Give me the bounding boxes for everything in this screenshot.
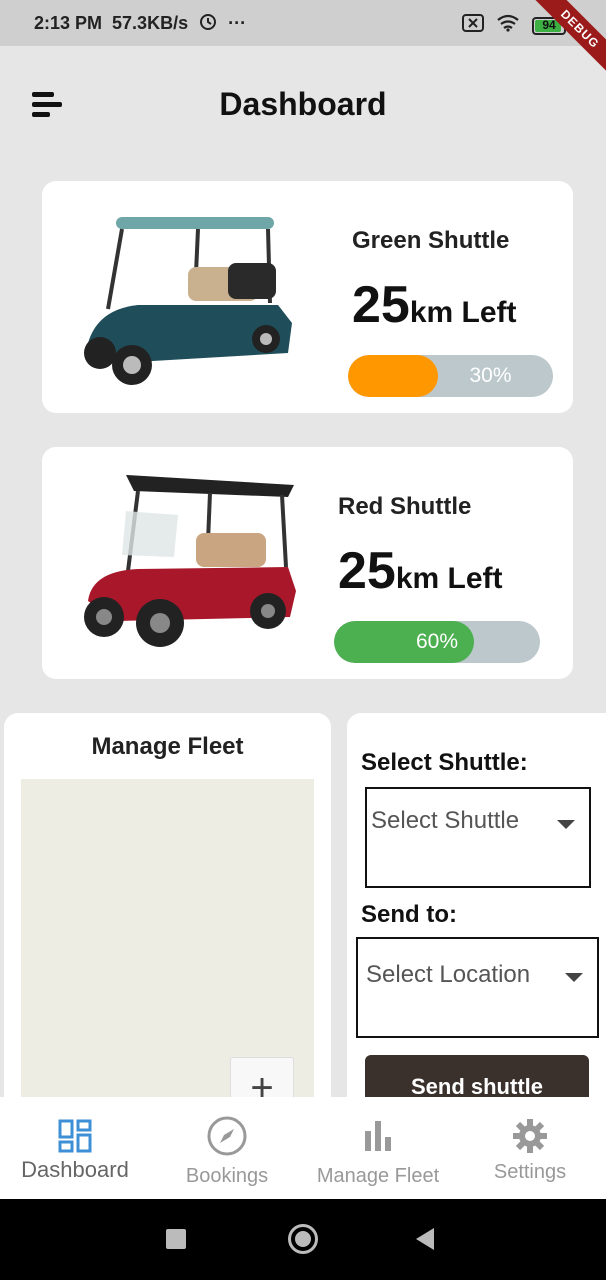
range-remaining: 25km Left: [352, 276, 517, 334]
page-title: Dashboard: [219, 86, 387, 122]
send-to-label: Send to:: [361, 901, 457, 928]
shuttle-name: Red Shuttle: [338, 493, 472, 520]
shuttle-image: [78, 213, 300, 396]
shuttle-card-green[interactable]: Green Shuttle 25km Left 30%: [42, 181, 573, 413]
manage-fleet-card: Manage Fleet +: [4, 713, 331, 1133]
fleet-map[interactable]: +: [21, 779, 314, 1119]
shuttle-card-red[interactable]: Red Shuttle 25km Left 60%: [42, 447, 573, 679]
nav-label: Dashboard: [21, 1157, 129, 1182]
location-select[interactable]: Select Location: [356, 937, 599, 1038]
nav-label: Manage Fleet: [316, 1165, 440, 1187]
nav-settings[interactable]: Settings: [455, 1097, 605, 1199]
status-more: ···: [228, 12, 247, 33]
bottom-nav: Dashboard Bookings Manage Fleet Settings: [0, 1097, 606, 1199]
app-bar: Dashboard: [0, 46, 606, 166]
recents-button[interactable]: [166, 1229, 186, 1249]
dashboard-icon: [54, 1115, 96, 1157]
chevron-down-icon: [557, 820, 575, 829]
back-button[interactable]: [416, 1228, 434, 1250]
status-speed: 57.3KB/s: [112, 12, 189, 33]
bar-chart-icon: [357, 1115, 399, 1157]
progress-label: 60%: [415, 630, 459, 653]
select-shuttle-label: Select Shuttle:: [361, 749, 528, 776]
battery-progress: 60%: [334, 621, 540, 663]
nav-bookings[interactable]: Bookings: [152, 1097, 302, 1199]
nav-dashboard[interactable]: Dashboard: [0, 1097, 150, 1199]
alarm-icon: [198, 11, 218, 36]
shuttle-select[interactable]: Select Shuttle: [365, 787, 591, 888]
system-nav-bar: [0, 1199, 606, 1280]
shuttle-name: Green Shuttle: [352, 227, 510, 254]
fleet-title: Manage Fleet: [91, 733, 244, 760]
status-time: 2:13 PM: [34, 12, 103, 33]
progress-fill: [348, 355, 439, 397]
nav-label: Bookings: [185, 1165, 269, 1187]
location-select-placeholder: Select Location: [366, 961, 531, 988]
home-button[interactable]: [288, 1224, 318, 1254]
status-bar: 2:13 PM 57.3KB/s ··· 94 DEBUG: [0, 0, 606, 80]
nav-manage-fleet[interactable]: Manage Fleet: [303, 1097, 453, 1199]
compass-icon: [206, 1115, 248, 1157]
shuttle-image: [78, 471, 300, 660]
sim-off-icon: [462, 14, 484, 37]
chevron-down-icon: [565, 973, 583, 982]
shuttle-select-placeholder: Select Shuttle: [371, 807, 520, 834]
send-shuttle-panel: Select Shuttle: Select Shuttle Send to: …: [347, 713, 606, 1133]
nav-label: Settings: [493, 1161, 567, 1183]
gear-icon: [509, 1115, 551, 1157]
wifi-icon: [496, 14, 520, 37]
battery-progress: 30%: [348, 355, 553, 397]
progress-label: 30%: [469, 364, 512, 387]
range-remaining: 25km Left: [338, 542, 503, 600]
